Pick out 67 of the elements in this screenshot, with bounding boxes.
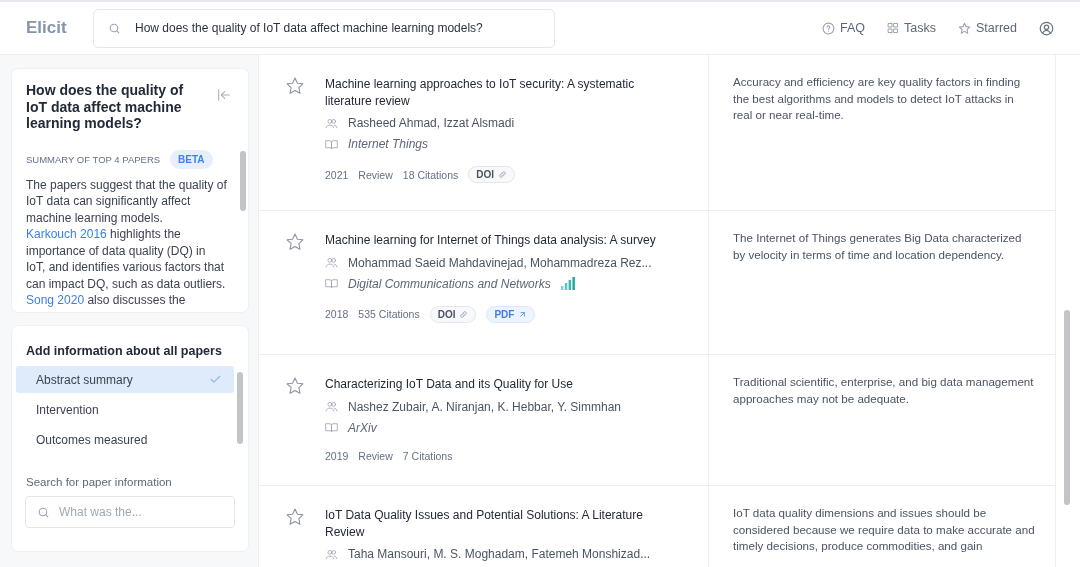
- year-text: 2021: [325, 168, 349, 181]
- star-button[interactable]: [285, 507, 305, 527]
- people-icon: [325, 400, 338, 413]
- citations-text: 535 Citations: [358, 308, 420, 320]
- starred-link[interactable]: Starred: [958, 21, 1017, 35]
- pdf-link[interactable]: PDF: [486, 305, 536, 323]
- scrollbar-thumb[interactable]: [237, 372, 243, 444]
- question-icon: [822, 21, 836, 35]
- citations-text: 18 Citations: [402, 168, 459, 181]
- journal-name: Digital Communications and Networks: [348, 276, 551, 291]
- card-title: Add information about all papers: [25, 343, 223, 360]
- authors-text: Mohammad Saeid Mahdavinejad, Mohammadreza Rez...: [348, 255, 652, 270]
- faq-link[interactable]: FAQ: [822, 21, 866, 35]
- book-icon: [325, 277, 338, 290]
- tasks-link[interactable]: Tasks: [887, 21, 936, 35]
- year-text: 2019: [325, 449, 349, 462]
- summary-heading: SUMMARY OF TOP 4 PAPERS: [26, 153, 161, 165]
- authors-text: Nashez Zubair, A. Niranjan, K. Hebbar, Y. Simmhan: [348, 399, 622, 414]
- book-icon: [325, 137, 338, 151]
- star-button[interactable]: [285, 376, 305, 396]
- type-text: Review: [358, 449, 393, 462]
- year-text: 2018: [325, 308, 349, 320]
- search-icon: [108, 21, 121, 35]
- authors-text: Rasheed Ahmad, Izzat Alsmadi: [348, 116, 515, 130]
- column-option[interactable]: Intervention: [16, 396, 234, 423]
- column-option[interactable]: Abstract summary: [16, 366, 234, 393]
- citation-link[interactable]: Song 2020: [26, 293, 85, 307]
- summary-text: The papers suggest that the quality of IoT data can significantly affect machine learning models. Karkouch 2016 highlights the importance of data quality (DQ) in IoT, and identifies various factors that can impact DQ, such as data outliers. Song 2020 also discusses the: [26, 176, 228, 309]
- people-icon: [325, 547, 338, 561]
- external-arrow-icon: [518, 309, 528, 319]
- citations-text: 7 Citations: [402, 449, 453, 462]
- question-title: How does the quality of IoT data affect machine learning models?: [26, 82, 185, 132]
- search-field[interactable]: What was the...: [25, 496, 235, 528]
- journal-name: Internet Things: [348, 137, 429, 151]
- authors-text: Taha Mansouri, M. S. Moghadam, Fatemeh Monshizad...: [348, 547, 651, 561]
- paper-title[interactable]: Machine learning for Internet of Things data analysis: A survey: [325, 232, 670, 249]
- doi-link[interactable]: DOI: [429, 305, 477, 323]
- user-icon: [1039, 20, 1054, 36]
- paper-title[interactable]: IoT Data Quality Issues and Potential Solutions: A Literature Review: [325, 507, 670, 540]
- paper-title[interactable]: Characterizing IoT Data and its Quality for Use: [325, 376, 670, 393]
- star-button[interactable]: [285, 232, 305, 252]
- scrollbar-thumb[interactable]: [240, 151, 246, 211]
- search-icon: [37, 506, 50, 519]
- people-icon: [325, 256, 338, 269]
- chain-icon: [459, 309, 469, 319]
- journal-name: ArXiv: [348, 420, 377, 435]
- people-icon: [325, 116, 338, 130]
- paper-title[interactable]: Machine learning approaches to IoT security: A systematic literature review: [325, 76, 670, 109]
- summary-text: Accuracy and efficiency are key quality factors in finding the best algorithms and models to detect IoT attacks in real or near real-time.: [733, 74, 1022, 123]
- citation-link[interactable]: Karkouch 2016: [26, 227, 107, 241]
- book-icon: [325, 421, 338, 434]
- field-label: Search for paper information: [25, 475, 173, 490]
- beta-badge: BETA: [170, 149, 213, 169]
- summary-text: The Internet of Things generates Big Data characterized by velocity in terms of time and location dependency.: [733, 230, 1023, 263]
- type-text: Review: [358, 168, 393, 181]
- search-field[interactable]: How does the quality of IoT data affect machine learning models?: [93, 8, 555, 48]
- star-button[interactable]: [285, 76, 305, 96]
- column-option[interactable]: Outcomes measured: [16, 426, 234, 453]
- chain-icon: [498, 170, 508, 179]
- check-icon: [209, 373, 222, 386]
- collapse-button[interactable]: [216, 87, 232, 103]
- summary-text: IoT data quality dimensions and issues should be considered because we require data to make accurate and timely decisions, produce commodities, and gain: [733, 505, 1036, 554]
- doi-link[interactable]: DOI: [468, 166, 516, 183]
- star-icon: [958, 21, 971, 35]
- scrollbar-thumb[interactable]: [1064, 310, 1070, 505]
- summary-text: Traditional scientific, enterprise, and big data management approaches may not be adequate.: [733, 374, 1035, 407]
- grid-icon: [887, 22, 900, 34]
